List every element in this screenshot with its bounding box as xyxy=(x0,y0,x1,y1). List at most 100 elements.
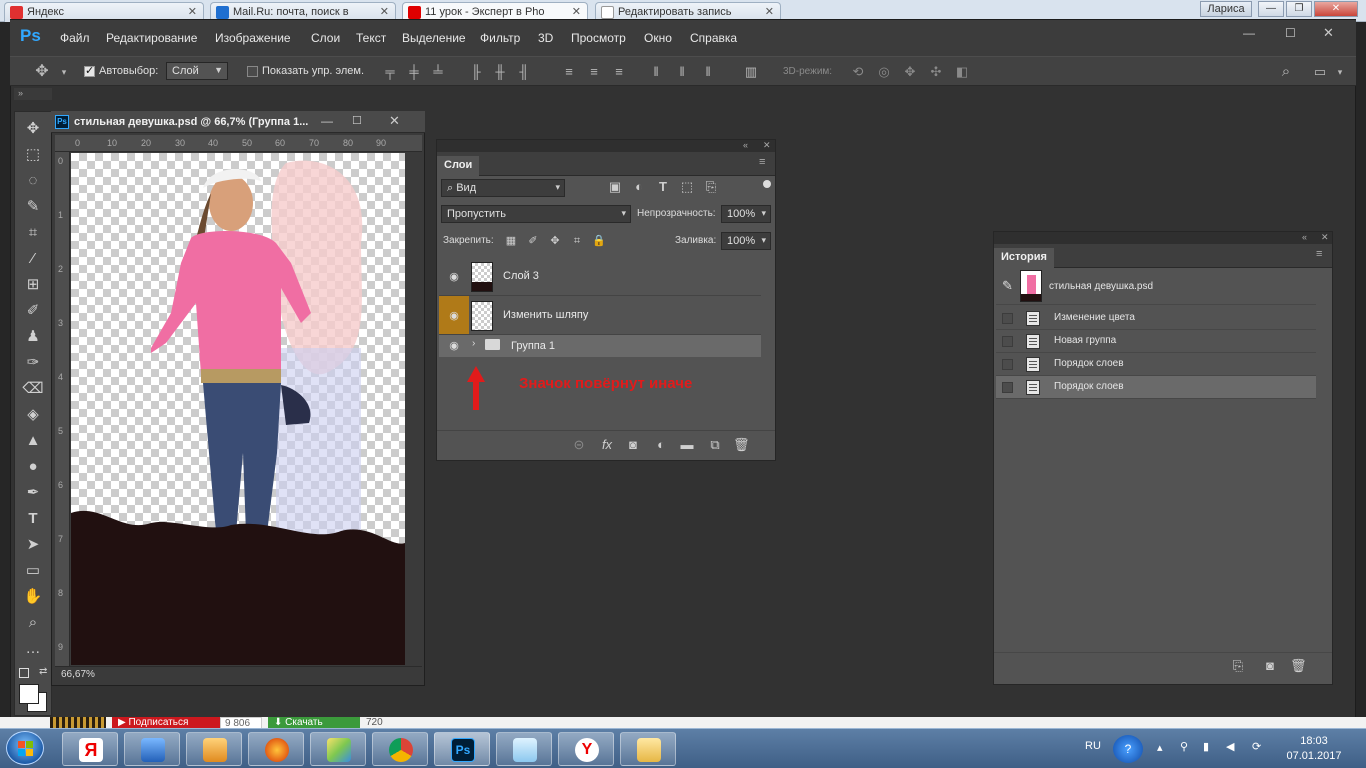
blur-tool-icon[interactable]: ▲ xyxy=(21,430,45,452)
doc-close-button[interactable]: ✕ xyxy=(389,113,400,129)
align-left-icon[interactable]: ╟ xyxy=(468,64,484,80)
menu-help[interactable]: Справка xyxy=(690,31,737,45)
align-right-icon[interactable]: ╢ xyxy=(516,64,532,80)
panel-menu-icon[interactable]: ≡ xyxy=(1316,248,1322,260)
usb-tray-icon[interactable]: ⚲ xyxy=(1180,740,1188,753)
rectangle-tool-icon[interactable]: ▭ xyxy=(21,560,45,582)
adjustment-layer-icon[interactable]: ◐ xyxy=(653,437,669,453)
type-tool-icon[interactable]: T xyxy=(21,508,45,530)
help-tray-icon[interactable]: ? xyxy=(1113,735,1143,763)
distribute-hcenter-icon[interactable]: ‖ xyxy=(674,64,690,80)
eraser-tool-icon[interactable]: ⌫ xyxy=(21,378,45,400)
chevron-up-icon[interactable]: ▴ xyxy=(1157,741,1163,754)
autoselect-dropdown[interactable]: Слой ▼ xyxy=(166,62,228,80)
visibility-eye-icon[interactable]: ◉ xyxy=(446,339,462,352)
path-select-tool-icon[interactable]: ➤ xyxy=(21,534,45,556)
3d-pan-icon[interactable]: ✥ xyxy=(902,64,918,80)
history-source-checkbox[interactable] xyxy=(1002,359,1013,370)
menu-edit[interactable]: Редактирование xyxy=(106,31,197,45)
align-bottom-icon[interactable]: ╧ xyxy=(430,64,446,80)
ps-minimize-button[interactable]: — xyxy=(1243,26,1255,40)
document-title-bar[interactable]: Ps стильная девушка.psd @ 66,7% (Группа … xyxy=(51,111,425,133)
layer-row-selected[interactable]: ◉ › Группа 1 xyxy=(439,335,761,357)
collapse-icon[interactable]: « xyxy=(743,140,748,150)
history-item[interactable]: Изменение цвета xyxy=(996,307,1316,330)
align-vcenter-icon[interactable]: ╪ xyxy=(406,64,422,80)
history-item[interactable]: Новая группа xyxy=(996,330,1316,353)
delete-layer-icon[interactable]: 🗑 xyxy=(733,437,750,453)
ps-restore-button[interactable]: ☐ xyxy=(1285,26,1296,40)
workspace-icon[interactable]: ▭ xyxy=(1312,64,1328,80)
chevron-down-icon[interactable]: ▾ xyxy=(1332,64,1348,80)
chevron-right-icon[interactable]: › xyxy=(472,338,475,349)
dodge-tool-icon[interactable]: ● xyxy=(21,456,45,478)
history-snapshot[interactable]: ✎ стильная девушка.psd xyxy=(996,269,1316,305)
history-brush-icon[interactable]: ✎ xyxy=(1002,278,1013,294)
filter-smart-object-icon[interactable]: ⎘ xyxy=(703,179,719,195)
menu-3d[interactable]: 3D xyxy=(538,31,553,45)
taskbar-explorer[interactable] xyxy=(620,732,676,766)
update-tray-icon[interactable]: ⟳ xyxy=(1252,740,1261,753)
blend-mode-dropdown[interactable]: Пропустить ▾ xyxy=(441,205,631,223)
lock-artboard-icon[interactable]: ⌗ xyxy=(569,233,585,249)
close-icon[interactable]: ✕ xyxy=(380,5,389,18)
layer-name[interactable]: Группа 1 xyxy=(511,340,555,352)
eyedropper-tool-icon[interactable]: ⁄ xyxy=(21,248,45,270)
menu-image[interactable]: Изображение xyxy=(215,31,291,45)
paint-bucket-tool-icon[interactable]: ◈ xyxy=(21,404,45,426)
lasso-tool-icon[interactable]: ◌ xyxy=(21,170,45,192)
clock-date[interactable]: 07.01.2017 xyxy=(1284,750,1344,762)
filter-adjustment-icon[interactable]: ◐ xyxy=(631,179,647,195)
marquee-tool-icon[interactable]: ⬚ xyxy=(21,144,45,166)
network-tray-icon[interactable]: ▮ xyxy=(1203,740,1209,753)
restore-button[interactable]: ❐ xyxy=(1286,1,1312,17)
3d-scale-icon[interactable]: ◧ xyxy=(954,64,970,80)
show-transform-checkbox[interactable] xyxy=(247,66,258,77)
align-top-icon[interactable]: ╤ xyxy=(382,64,398,80)
add-mask-icon[interactable]: ◙ xyxy=(625,437,641,453)
document-canvas[interactable] xyxy=(71,153,405,665)
distribute-left-icon[interactable]: ‖ xyxy=(648,64,664,80)
history-item[interactable]: Порядок слоев xyxy=(996,353,1316,376)
delete-state-icon[interactable]: 🗑 xyxy=(1290,658,1307,674)
lock-position-icon[interactable]: ✥ xyxy=(547,233,563,249)
filter-pixel-icon[interactable]: ▣ xyxy=(607,179,623,195)
lock-transparent-icon[interactable]: ▦ xyxy=(503,233,519,249)
menu-view[interactable]: Просмотр xyxy=(571,31,626,45)
clock-time[interactable]: 18:03 xyxy=(1289,735,1339,747)
opacity-input[interactable]: 100% ▾ xyxy=(721,205,771,223)
brush-tool-icon[interactable]: ✐ xyxy=(21,300,45,322)
close-icon[interactable]: ✕ xyxy=(572,5,581,18)
close-icon[interactable]: ✕ xyxy=(1321,232,1329,243)
taskbar-yandex-alt[interactable]: Y xyxy=(558,732,614,766)
language-indicator[interactable]: RU xyxy=(1085,740,1101,752)
doc-minimize-button[interactable]: — xyxy=(321,114,333,128)
auto-align-icon[interactable]: ▥ xyxy=(743,64,759,80)
tab-layers[interactable]: Слои xyxy=(437,156,480,176)
move-tool-icon[interactable]: ✥ xyxy=(21,118,45,140)
minimize-button[interactable]: — xyxy=(1258,1,1284,17)
link-layers-icon[interactable]: ⊝ xyxy=(571,437,587,453)
lock-pixels-icon[interactable]: ✐ xyxy=(525,233,541,249)
distribute-vcenter-icon[interactable]: ≡ xyxy=(586,64,602,80)
history-source-checkbox[interactable] xyxy=(1002,336,1013,347)
move-tool-icon[interactable]: ✥ xyxy=(34,64,50,80)
search-icon[interactable]: ⌕ xyxy=(1278,64,1294,80)
foreground-color-swatch[interactable] xyxy=(19,684,39,704)
zoom-tool-icon[interactable]: ⌕ xyxy=(21,612,45,634)
visibility-eye-icon[interactable]: ◉ xyxy=(446,309,462,322)
taskbar-firefox[interactable] xyxy=(248,732,304,766)
menu-type[interactable]: Текст xyxy=(356,31,386,45)
taskbar-mail[interactable] xyxy=(186,732,242,766)
menu-filter[interactable]: Фильтр xyxy=(480,31,520,45)
new-group-icon[interactable]: ▬ xyxy=(679,437,695,453)
taskbar-yandex[interactable]: Я xyxy=(62,732,118,766)
healing-brush-tool-icon[interactable]: ⊞ xyxy=(21,274,45,296)
lock-all-icon[interactable]: 🔒 xyxy=(591,233,607,249)
align-hcenter-icon[interactable]: ╫ xyxy=(492,64,508,80)
pen-tool-icon[interactable]: ✒ xyxy=(21,482,45,504)
distribute-top-icon[interactable]: ≡ xyxy=(561,64,577,80)
autoselect-checkbox[interactable] xyxy=(84,64,95,77)
clone-stamp-tool-icon[interactable]: ♟ xyxy=(21,326,45,348)
taskbar-chrome[interactable] xyxy=(372,732,428,766)
